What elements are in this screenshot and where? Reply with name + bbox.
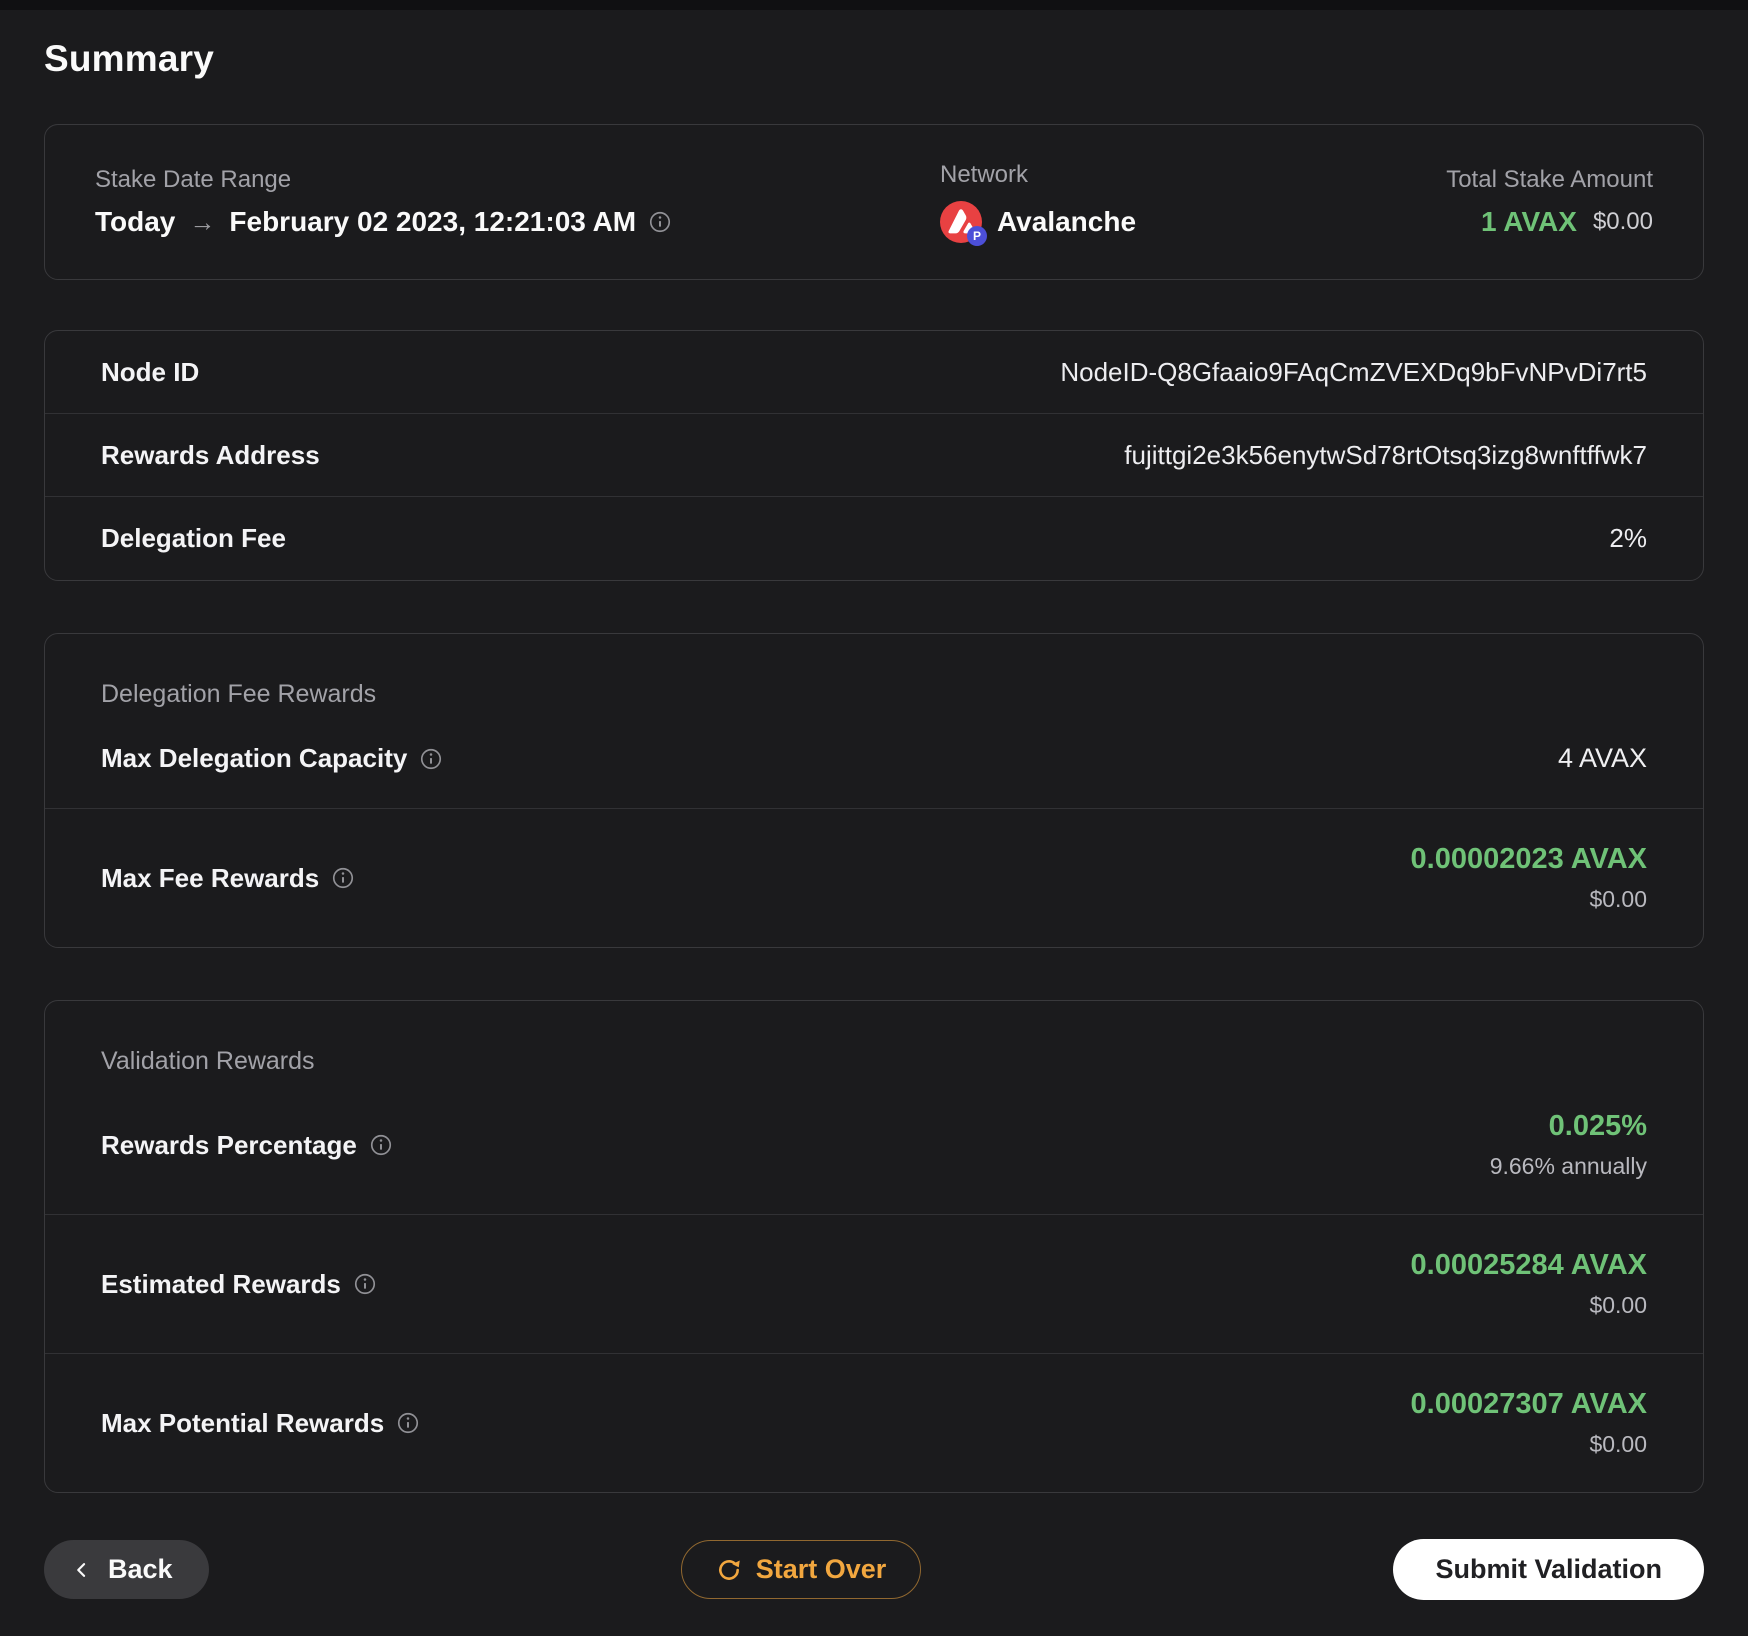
top-edge (0, 0, 1748, 10)
max-delegation-capacity-value: 4 AVAX (1557, 743, 1647, 773)
row-rewards-percentage: Rewards Percentage 0.025% 9.66% annually (45, 1076, 1703, 1214)
rewards-address-value: fujittgi2e3k56enytwSd78rtOtsq3izg8wnftff… (1124, 439, 1647, 470)
info-icon[interactable] (397, 1412, 419, 1434)
table-row-rewards-address: Rewards Address fujittgi2e3k56enytwSd78r… (45, 414, 1703, 497)
p-chain-badge: P (967, 226, 987, 246)
estimated-rewards-usd: $0.00 (1589, 1292, 1647, 1318)
max-potential-rewards-text: Max Potential Rewards (101, 1407, 385, 1438)
table-row-delegation-fee: Delegation Fee 2% (45, 497, 1703, 580)
max-potential-rewards-label: Max Potential Rewards (101, 1408, 419, 1439)
table-row-node-id: Node ID NodeID-Q8Gfaaio9FAqCmZVEXDq9bFvN… (45, 331, 1703, 414)
rewards-percentage-value: 0.025% (1548, 1110, 1647, 1142)
delegation-fee-rewards-title: Delegation Fee Rewards (101, 680, 377, 708)
node-id-label: Node ID (101, 356, 200, 387)
total-stake-usd: $0.00 (1592, 208, 1653, 235)
submit-validation-label: Submit Validation (1435, 1554, 1662, 1584)
max-fee-rewards-value: 0.00002023 AVAX (1410, 843, 1647, 875)
footer-actions: Back Start Over Submit Validation (44, 1539, 1704, 1636)
delegation-fee-label: Delegation Fee (101, 523, 286, 553)
network-name: Avalanche (997, 206, 1137, 237)
info-icon[interactable] (370, 1134, 392, 1156)
row-estimated-rewards: Estimated Rewards 0.00025284 AVAX $0.00 (45, 1215, 1703, 1353)
max-fee-rewards-text: Max Fee Rewards (101, 862, 320, 893)
rewards-address-label: Rewards Address (101, 439, 320, 470)
estimated-rewards-text: Estimated Rewards (101, 1268, 341, 1299)
delegation-fee-value: 2% (1609, 523, 1647, 553)
max-delegation-capacity-text: Max Delegation Capacity (101, 743, 408, 773)
max-delegation-capacity-label: Max Delegation Capacity (101, 743, 442, 774)
total-stake-amount: 1 AVAX (1480, 206, 1577, 237)
validation-rewards-title: Validation Rewards (101, 1047, 315, 1075)
back-button-label: Back (108, 1554, 173, 1584)
stake-date-from: Today (95, 206, 176, 237)
info-icon[interactable] (354, 1273, 376, 1295)
overview-card: Stake Date Range Today → February 02 202… (44, 124, 1704, 280)
network: Network P Avalanche (940, 161, 1446, 246)
back-button[interactable]: Back (44, 1540, 209, 1599)
stake-date-range-label: Stake Date Range (95, 166, 292, 193)
delegation-fee-rewards-card: Delegation Fee Rewards Max Delegation Ca… (44, 633, 1704, 948)
info-icon[interactable] (649, 211, 671, 233)
estimated-rewards-label: Estimated Rewards (101, 1269, 376, 1300)
max-fee-rewards-usd: $0.00 (1589, 886, 1647, 912)
summary-page: Summary Stake Date Range Today → Februar… (0, 38, 1748, 1636)
total-stake: Total Stake Amount 1 AVAX $0.00 (1446, 166, 1653, 238)
submit-validation-button[interactable]: Submit Validation (1393, 1539, 1704, 1600)
arrow-right-icon: → (189, 206, 216, 237)
row-max-fee-rewards: Max Fee Rewards 0.00002023 AVAX $0.00 (45, 809, 1703, 947)
max-potential-rewards-value: 0.00027307 AVAX (1410, 1388, 1647, 1420)
stake-date-to: February 02 2023, 12:21:03 AM (229, 206, 637, 237)
stake-date-range: Stake Date Range Today → February 02 202… (95, 166, 940, 238)
validation-rewards-card: Validation Rewards Rewards Percentage 0.… (44, 1000, 1704, 1493)
refresh-icon (716, 1557, 742, 1583)
rewards-percentage-annual: 9.66% annually (1489, 1153, 1647, 1179)
start-over-button-label: Start Over (755, 1554, 887, 1584)
rewards-percentage-text: Rewards Percentage (101, 1129, 357, 1160)
estimated-rewards-value: 0.00025284 AVAX (1410, 1249, 1647, 1281)
total-stake-label: Total Stake Amount (1446, 166, 1653, 193)
node-id-value: NodeID-Q8Gfaaio9FAqCmZVEXDq9bFvNPvDi7rt5 (1060, 356, 1647, 387)
start-over-button[interactable]: Start Over (680, 1540, 922, 1599)
max-potential-rewards-usd: $0.00 (1589, 1431, 1647, 1457)
page-title: Summary (44, 38, 215, 79)
rewards-percentage-label: Rewards Percentage (101, 1130, 392, 1161)
row-max-potential-rewards: Max Potential Rewards 0.00027307 AVAX $0… (45, 1354, 1703, 1492)
row-max-delegation-capacity: Max Delegation Capacity 4 AVAX (45, 709, 1703, 808)
network-label: Network (940, 161, 1029, 188)
max-fee-rewards-label: Max Fee Rewards (101, 863, 354, 894)
avalanche-logo-icon: P (940, 201, 987, 246)
info-icon[interactable] (420, 748, 442, 770)
info-icon[interactable] (332, 867, 354, 889)
chevron-left-icon (72, 1558, 92, 1582)
details-card: Node ID NodeID-Q8Gfaaio9FAqCmZVEXDq9bFvN… (44, 330, 1704, 581)
